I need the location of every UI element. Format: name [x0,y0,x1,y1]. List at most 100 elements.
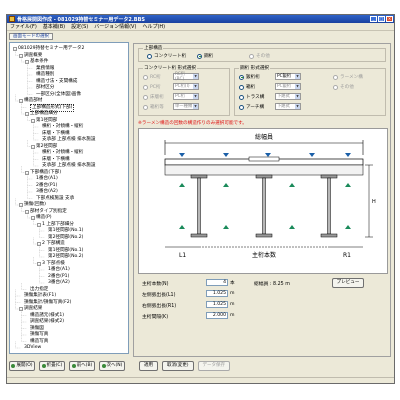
tree-item[interactable]: - 基本条件 [25,59,48,65]
collapse-twisty-icon[interactable]: - [37,261,41,266]
tree-item[interactable]: 横桁・対傾構・縦桁 [37,124,83,130]
collapse-twisty-icon[interactable]: - [37,242,41,246]
radio-concrete-girder[interactable]: コンクリート桁 [147,53,186,59]
preview-button[interactable]: プレビュー [332,278,364,288]
tree-item[interactable]: - 調査概要 [19,53,42,59]
arch-select[interactable]: 下路式 ▼ [275,103,301,110]
girder-spacing-input[interactable]: 2.000 [206,312,228,319]
tree-item[interactable]: 損傷写真 [25,332,48,338]
prev-button[interactable]: 前へ(B) [69,361,95,371]
radio-steel-box[interactable]: 箱桁 [239,84,255,90]
box-girder-select[interactable]: 単一種類 ▼ [173,103,199,110]
steel-box-select[interactable]: PC鈑桁 ▼ [275,83,301,90]
radio-arch[interactable]: アーチ構 [239,104,264,110]
collapse-twisty-icon[interactable]: - [25,60,29,64]
left-overhang-input[interactable]: 1.025 [206,290,228,297]
tree-item[interactable]: 損傷図 [25,326,44,332]
tree-item[interactable]: 一部区分(全体図)画像 [31,92,81,98]
collapse-twisty-icon[interactable]: - [31,144,35,149]
tree-item[interactable]: 第2径間部(No.2) [43,254,83,260]
mode-select-button[interactable]: 画面モードの選択 [9,33,53,40]
rc-girder-select[interactable]: RC桁(RC) ▼ [173,72,199,82]
tree-item[interactable]: - 構造(P) [31,215,52,221]
collapse-twisty-icon[interactable]: - [19,53,23,58]
radio-other[interactable]: その他 [249,53,270,59]
apply-button[interactable]: 適用 [139,361,158,371]
tree-item[interactable]: 支承部 上部点検 排水施設 [37,137,95,143]
radio-rc-girder[interactable]: RC桁 [143,74,161,80]
collapse-twisty-icon[interactable]: - [13,47,17,51]
menu-version[interactable]: バージョン情報(V) [94,23,136,30]
menu-settings[interactable]: 設定(S) [71,23,88,30]
radio-rahmen[interactable]: ラーメン構 [333,74,363,80]
tree-item[interactable]: 出力指定 [25,287,48,293]
tree-item[interactable]: - 上部構造細分 [25,111,58,117]
tree-item[interactable]: 第1径間部(No.1) [43,248,83,254]
cancel-button[interactable]: 取消(変更) [162,361,194,371]
tree-item[interactable]: -2 下部構造 [37,241,65,247]
menu-basic[interactable]: 基本補(B) [43,23,65,30]
tree-item[interactable]: - 下部構造(下部) [25,170,61,176]
next-button[interactable]: 次へ(N) [99,361,125,371]
tree-item[interactable]: 構造寸法・支間構成 [31,79,77,85]
truss-select[interactable]: 下路式 ▼ [275,93,301,100]
menu-file[interactable]: ファイル(F) [10,23,37,30]
tree-item[interactable]: 3DView [19,345,41,351]
collapse-twisty-icon[interactable]: - [25,209,29,214]
tree-item[interactable]: 3番台(A2) [43,280,70,286]
tree-item[interactable]: 3番台(A2) [31,189,58,195]
tree-item[interactable]: 部材区分 [31,85,54,91]
collapse-twisty-icon[interactable]: - [19,99,23,103]
tree-item[interactable]: 構造種別 [31,72,54,78]
tree-item[interactable]: -081029持替セミナー用データ2 [13,46,84,52]
tree-item[interactable]: 床版・下横構 [37,131,70,137]
tree-item[interactable]: 損傷集計/損傷写真(F2) [19,300,71,306]
collapse-twisty-icon[interactable]: - [37,222,41,227]
tree-item[interactable]: 損傷集計表(F1) [19,293,56,299]
tree-item[interactable]: - 第2径間部 [31,144,57,150]
collapse-twisty-icon[interactable]: - [31,216,35,220]
tree-item[interactable]: -3 下部点検 [37,261,65,267]
tree-item[interactable]: - 調査結果 [19,306,42,312]
tree-item[interactable]: 2番台(P1) [43,274,69,280]
tree-item[interactable]: 第1径間部(No.1) [43,228,83,234]
tree-item[interactable]: 2番台(P1) [31,183,57,189]
pc-girder-select[interactable]: PC桁(I) ▼ [173,83,199,90]
collapse-twisty-icon[interactable]: - [19,203,23,207]
tree-item[interactable]: - 第1径間部 [31,118,57,124]
radio-plate-girder[interactable]: 鈑桁桁 [239,74,260,80]
tree-item[interactable]: -1 上部下部細分 [37,222,74,228]
slab-girder-select[interactable]: PC桁 ▼ [173,93,199,100]
radio-box-girder[interactable]: 箱桁等 [143,104,164,110]
tree-item[interactable]: 下部点検施設 支承 [31,196,74,202]
collapse-twisty-icon[interactable]: - [31,118,35,123]
menu-help[interactable]: ヘルプ(H) [142,23,165,30]
minimize-icon[interactable]: _ [370,16,377,22]
tree-item[interactable]: - 損傷(回数) [19,202,46,208]
title-bar[interactable]: 骨格展開図作成 - 081029持替セミナー用データ2.BBS _ □ × [7,15,394,23]
radio-pc-girder[interactable]: PC桁 [143,84,161,90]
maximize-icon[interactable]: □ [378,16,385,22]
navigation-tree[interactable]: -081029持替セミナー用データ2- 調査概要 - 基本条件 業務情報 構造種別 構造寸法… [9,42,129,354]
radio-slab-girder[interactable]: 床版桁 [143,94,164,100]
tree-item[interactable]: 1番台(A1) [31,176,58,182]
radio-truss[interactable]: トラス構 [239,94,264,100]
girder-count-input[interactable]: 4 [206,279,228,286]
save-data-button[interactable]: データ保存 [197,361,231,371]
plate-girder-select[interactable]: PC鈑桁 ▼ [275,73,301,80]
tree-item[interactable]: 上部構造形式(下部) [25,103,75,112]
expand-button[interactable]: 展開(O) [9,361,35,371]
collapse-twisty-icon[interactable]: - [19,307,23,311]
tree-item[interactable]: 構造諸元(様式1) [25,313,64,319]
close-icon[interactable]: × [386,16,393,22]
radio-steel-girder[interactable]: 鋼桁 [197,53,213,59]
radio-steel-other[interactable]: その他 [333,84,354,90]
tree-item[interactable]: 横桁・対傾構・縦桁 [37,150,83,156]
right-overhang-input[interactable]: 1.025 [206,301,228,308]
tree-item[interactable]: 床版・下横構 [37,157,70,163]
tree-item[interactable]: - 部材タイプ別指定 [25,209,67,215]
collapse-button[interactable]: 折畳(C) [39,361,65,371]
tree-item[interactable]: 第2径間部(No.2) [43,235,83,241]
tree-item[interactable]: 構造写真 [25,339,48,345]
tree-item[interactable]: 支承部 上部点検 排水施設 [37,163,95,169]
